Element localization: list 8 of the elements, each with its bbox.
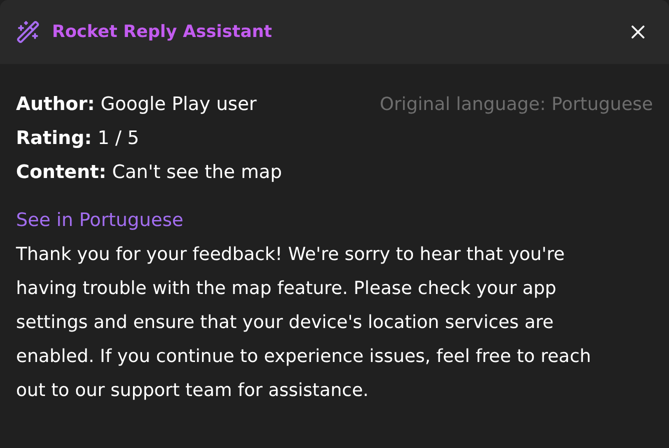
review-field: Author: Google Play user <box>16 88 282 122</box>
window-title: Rocket Reply Assistant <box>52 22 274 42</box>
review-field: Rating: 1 / 5 <box>16 122 282 156</box>
review-field: Content: Can't see the map <box>16 156 282 190</box>
reply-text: Thank you for your feedback! We're sorry to hear that you're having trouble with the map feature. Please check your app settings and ensure that your device's location services are enabled. If you continue to experience issues, feel free to reach out to our support team for assistance. <box>16 243 592 403</box>
original-language: Original language: Portuguese <box>380 93 653 117</box>
translate-link[interactable]: See in Portuguese <box>16 204 184 238</box>
magic-wand-icon <box>16 20 40 44</box>
